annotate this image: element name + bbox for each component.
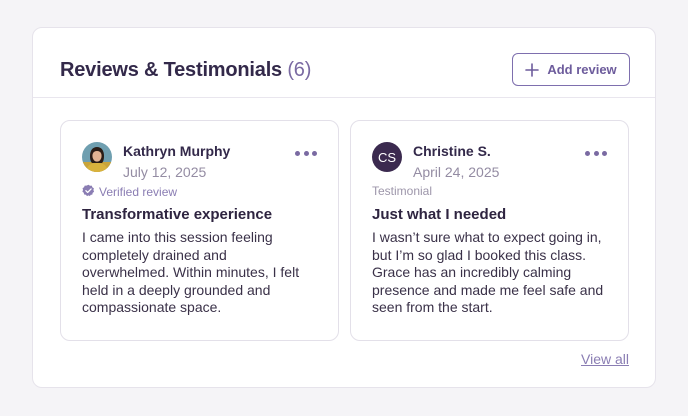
add-review-label: Add review <box>547 62 617 77</box>
more-dot-icon <box>602 150 607 156</box>
verified-check-icon <box>82 184 95 200</box>
review-line: seen from the start. <box>372 299 493 315</box>
avatar <box>82 142 112 172</box>
review-count: (6) <box>287 59 312 81</box>
more-dot-icon <box>593 150 599 156</box>
review-line: held in a deeply grounded and <box>82 281 271 298</box>
more-dot-icon <box>312 150 317 156</box>
verified-label: Verified review <box>99 185 178 199</box>
avatar: CS <box>372 142 402 172</box>
review-date: July 12, 2025 <box>123 164 207 180</box>
verified-badge: Verified review <box>82 184 177 200</box>
review-line: I came into this session feeling <box>82 229 273 245</box>
plus-icon <box>525 62 540 77</box>
review-title: Just what I needed <box>372 206 507 223</box>
review-line: compassionate space. <box>82 299 222 315</box>
review-date: April 24, 2025 <box>413 164 500 180</box>
review-body: I wasn’t sure what to expect going in, b… <box>372 229 612 317</box>
review-line: overwhelmed. Within minutes, I felt <box>82 264 300 280</box>
more-dot-icon <box>585 150 590 156</box>
reviewer-name: Christine S. <box>413 143 491 159</box>
reviews-card: Reviews & Testimonials (6) Add review Ka… <box>32 27 656 388</box>
more-dot-icon <box>303 150 309 156</box>
reviews-header: Reviews & Testimonials (6) Add review <box>33 28 655 98</box>
testimonial-tag: Testimonial <box>372 184 433 198</box>
review-card: Kathryn Murphy July 12, 2025 Verified re… <box>60 120 339 341</box>
page-title: Reviews & Testimonials (6) <box>60 59 311 82</box>
review-line: but I’m so glad I booked this class. <box>372 246 586 263</box>
review-line: presence and made me feel safe and <box>372 281 604 298</box>
view-all-link[interactable]: View all <box>581 351 629 367</box>
review-title: Transformative experience <box>82 206 273 223</box>
more-options-button[interactable] <box>585 149 607 157</box>
more-options-button[interactable] <box>295 149 317 157</box>
review-body: I came into this session feeling complet… <box>82 229 322 317</box>
title-text: Reviews & Testimonials <box>60 59 282 81</box>
add-review-button[interactable]: Add review <box>512 53 630 86</box>
review-line: Grace has an incredibly calming <box>372 264 572 280</box>
review-line: I wasn’t sure what to expect going in, <box>372 229 602 245</box>
reviewer-name: Kathryn Murphy <box>123 143 231 159</box>
review-card: CS Christine S. April 24, 2025 Testimoni… <box>350 120 629 341</box>
review-line: completely drained and <box>82 246 227 263</box>
more-dot-icon <box>295 150 300 156</box>
